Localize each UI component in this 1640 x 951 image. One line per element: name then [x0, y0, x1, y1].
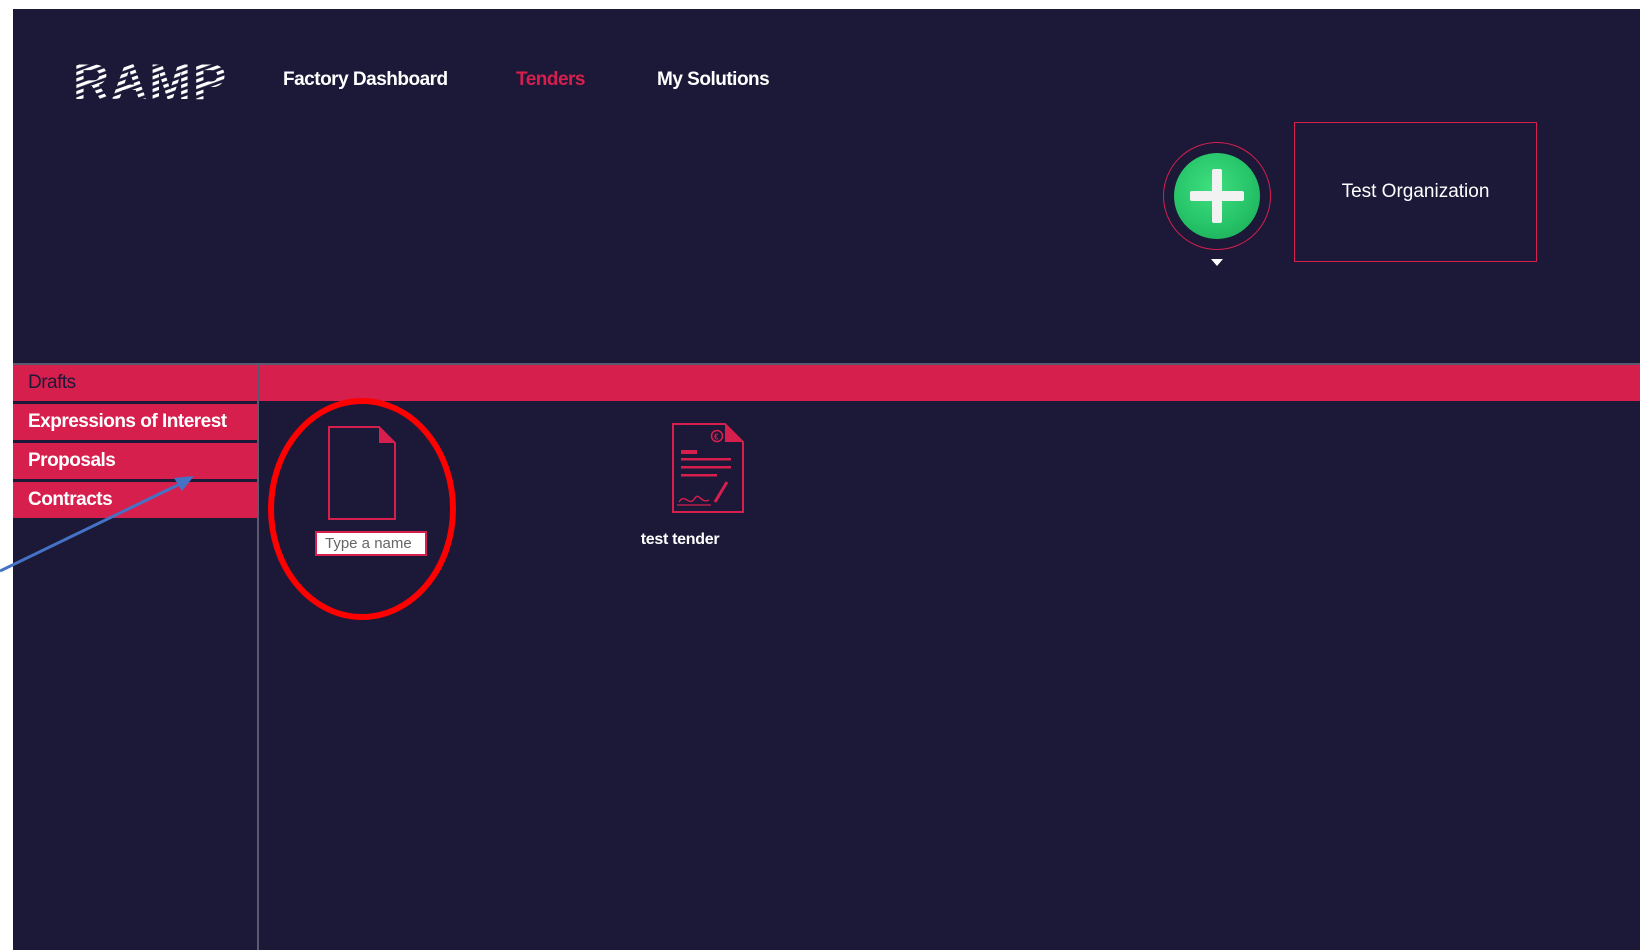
nav-factory-dashboard[interactable]: Factory Dashboard — [283, 69, 448, 91]
dropdown-caret-icon[interactable] — [1211, 259, 1223, 266]
document-name-input[interactable] — [315, 531, 427, 556]
sidebar-divider — [257, 365, 259, 950]
app-window: RAMP Factory Dashboard Tenders My Soluti… — [13, 9, 1640, 950]
sidebar-item-contracts[interactable]: Contracts — [13, 482, 257, 518]
signed-contract-icon[interactable]: € — [671, 422, 745, 524]
organization-selector[interactable]: Test Organization — [1294, 122, 1537, 262]
sidebar: Drafts Expressions of Interest Proposals… — [13, 365, 257, 521]
nav-my-solutions[interactable]: My Solutions — [657, 69, 770, 91]
svg-text:RAMP: RAMP — [73, 54, 228, 106]
blank-document-icon — [327, 425, 397, 521]
content-header-bar — [259, 365, 1640, 401]
nav-tenders[interactable]: Tenders — [516, 69, 586, 91]
add-new-button[interactable] — [1163, 142, 1271, 250]
plus-icon — [1174, 153, 1260, 239]
sidebar-item-expressions-of-interest[interactable]: Expressions of Interest — [13, 404, 257, 440]
sidebar-item-proposals[interactable]: Proposals — [13, 443, 257, 479]
svg-text:€: € — [714, 433, 719, 442]
sidebar-item-drafts[interactable]: Drafts — [13, 365, 257, 401]
document-name-test-tender[interactable]: test tender — [588, 531, 772, 549]
ramp-logo[interactable]: RAMP — [73, 54, 233, 110]
organization-name: Test Organization — [1341, 181, 1490, 202]
